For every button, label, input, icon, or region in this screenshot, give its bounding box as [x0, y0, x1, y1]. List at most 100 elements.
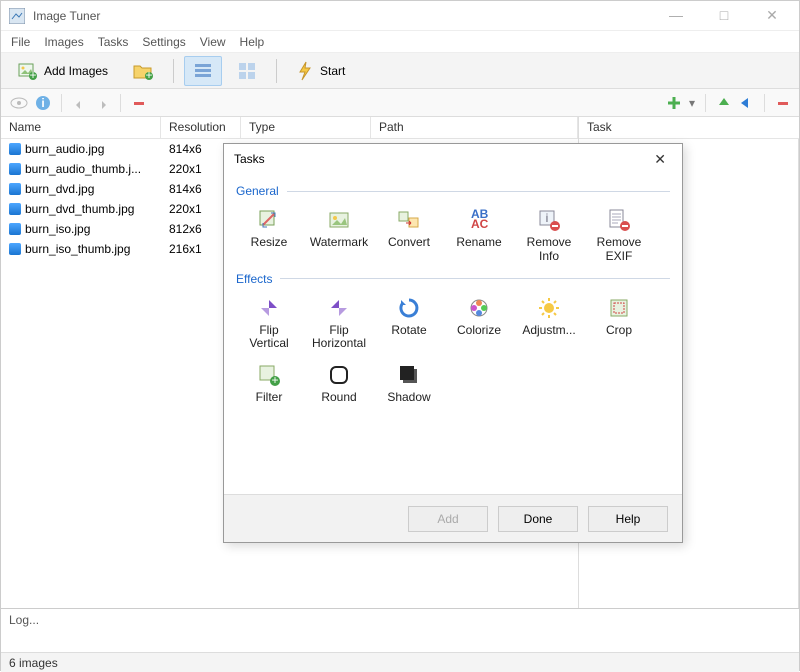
general-items: ResizeWatermarkConvertABACRenameiRemoveI… — [236, 204, 670, 268]
image-file-icon — [9, 183, 21, 195]
shadow-icon — [397, 363, 421, 387]
file-name: burn_audio.jpg — [25, 142, 104, 156]
effect-filter[interactable]: +Filter — [236, 359, 302, 409]
menu-settings[interactable]: Settings — [142, 35, 185, 49]
eye-icon[interactable] — [9, 95, 29, 111]
help-button[interactable]: Help — [588, 506, 668, 532]
image-file-icon — [9, 203, 21, 215]
dialog-title: Tasks — [234, 152, 648, 166]
add-images-button[interactable]: + Add Images — [9, 56, 117, 86]
rename-label: Rename — [456, 236, 501, 250]
effect-rotate[interactable]: Rotate — [376, 292, 442, 356]
task-watermark[interactable]: Watermark — [306, 204, 372, 268]
main-toolbar: + Add Images + Start — [1, 53, 799, 89]
separator — [705, 94, 706, 112]
task-rename[interactable]: ABACRename — [446, 204, 512, 268]
dialog-titlebar: Tasks ✕ — [224, 144, 682, 174]
col-name[interactable]: Name — [1, 117, 161, 138]
effect-shadow[interactable]: Shadow — [376, 359, 442, 409]
log-text: Log... — [9, 613, 39, 627]
statusbar: 6 images — [1, 652, 799, 672]
grid-icon — [237, 61, 257, 81]
list-icon — [193, 61, 213, 81]
task-remove-exif[interactable]: RemoveEXIF — [586, 204, 652, 268]
effect-round[interactable]: Round — [306, 359, 372, 409]
menu-tasks[interactable]: Tasks — [98, 35, 129, 49]
watermark-label: Watermark — [310, 236, 368, 250]
menu-images[interactable]: Images — [44, 35, 83, 49]
minimize-button[interactable]: — — [661, 7, 691, 24]
image-file-icon — [9, 143, 21, 155]
crop-label: Crop — [606, 324, 632, 338]
done-button[interactable]: Done — [498, 506, 578, 532]
menu-file[interactable]: File — [11, 35, 30, 49]
menu-help[interactable]: Help — [240, 35, 265, 49]
colorize-label: Colorize — [457, 324, 501, 338]
rotate-icon — [397, 296, 421, 320]
svg-text:i: i — [546, 211, 549, 225]
col-path[interactable]: Path — [371, 117, 578, 138]
dialog-body: General ResizeWatermarkConvertABACRename… — [224, 174, 682, 494]
add-button[interactable]: Add — [408, 506, 488, 532]
round-label: Round — [321, 391, 356, 405]
rotate-right-icon[interactable] — [94, 95, 110, 111]
window-title: Image Tuner — [33, 9, 661, 23]
maximize-button[interactable]: □ — [709, 7, 739, 24]
svg-text:+: + — [146, 68, 153, 81]
add-folder-button[interactable]: + — [123, 56, 163, 86]
task-resize[interactable]: Resize — [236, 204, 302, 268]
remove-exif-icon — [607, 208, 631, 232]
watermark-icon — [327, 208, 351, 232]
add-images-label: Add Images — [44, 64, 108, 78]
task-convert[interactable]: Convert — [376, 204, 442, 268]
effect-flip-vertical[interactable]: FlipVertical — [236, 292, 302, 356]
group-general: General — [236, 184, 670, 198]
tasks-dialog: Tasks ✕ General ResizeWatermarkConvertAB… — [223, 143, 683, 543]
adjustm-label: Adjustm... — [522, 324, 575, 338]
dialog-close-button[interactable]: ✕ — [648, 149, 672, 170]
view-thumbs-button[interactable] — [228, 56, 266, 86]
col-task[interactable]: Task — [579, 117, 799, 138]
window-controls: — □ ✕ — [661, 7, 787, 24]
folder-plus-icon: + — [132, 61, 154, 81]
remove-info-icon: i — [537, 208, 561, 232]
effect-adjustm[interactable]: Adjustm... — [516, 292, 582, 356]
delete-task-icon[interactable] — [775, 95, 791, 111]
col-type[interactable]: Type — [241, 117, 371, 138]
image-file-icon — [9, 163, 21, 175]
log-panel: Log... — [1, 608, 799, 652]
image-file-icon — [9, 243, 21, 255]
lightning-icon — [296, 61, 314, 81]
start-button[interactable]: Start — [287, 56, 354, 86]
flip-horizontal-label: FlipHorizontal — [312, 324, 366, 352]
convert-icon — [397, 208, 421, 232]
group-effects-label: Effects — [236, 272, 272, 286]
effect-crop[interactable]: Crop — [586, 292, 652, 356]
col-resolution[interactable]: Resolution — [161, 117, 241, 138]
svg-text:AC: AC — [471, 217, 489, 231]
secondary-toolbar: i ▾ — [1, 89, 799, 117]
task-remove-info[interactable]: iRemoveInfo — [516, 204, 582, 268]
column-headers: Name Resolution Type Path — [1, 117, 578, 139]
separator — [173, 59, 174, 83]
close-button[interactable]: ✕ — [757, 7, 787, 24]
menu-view[interactable]: View — [200, 35, 226, 49]
view-list-button[interactable] — [184, 56, 222, 86]
info-icon[interactable]: i — [35, 95, 51, 111]
dropdown-icon[interactable]: ▾ — [689, 96, 695, 110]
rotate-left-icon[interactable] — [72, 95, 88, 111]
resize-label: Resize — [251, 236, 288, 250]
separator — [61, 94, 62, 112]
effect-flip-horizontal[interactable]: FlipHorizontal — [306, 292, 372, 356]
svg-text:i: i — [41, 96, 44, 110]
file-name: burn_dvd_thumb.jpg — [25, 202, 134, 216]
round-icon — [327, 363, 351, 387]
image-file-icon — [9, 223, 21, 235]
menubar: File Images Tasks Settings View Help — [1, 31, 799, 53]
move-up-icon[interactable] — [716, 95, 732, 111]
add-task-icon[interactable] — [665, 95, 683, 111]
effect-colorize[interactable]: Colorize — [446, 292, 512, 356]
remove-icon[interactable] — [131, 95, 147, 111]
move-down-icon[interactable] — [738, 95, 754, 111]
effects-items: FlipVertical FlipHorizontal Rotate Colorize… — [236, 292, 670, 409]
